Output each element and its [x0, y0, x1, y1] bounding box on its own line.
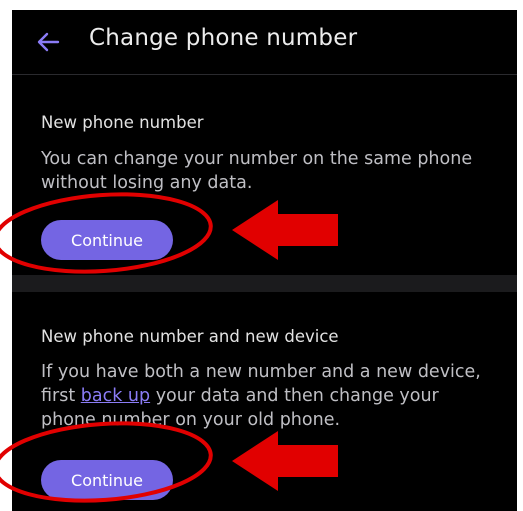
option-new-number: New phone number You can change your num… [12, 75, 517, 275]
page-title: Change phone number [89, 25, 358, 51]
app-bar: Change phone number [12, 10, 517, 75]
section-description: You can change your number on the same p… [41, 149, 473, 193]
section-description: If you have both a new number and a new … [41, 360, 491, 432]
continue-button[interactable]: Continue [41, 220, 173, 260]
option-new-number-new-device: New phone number and new device If you h… [12, 292, 517, 511]
continue-button[interactable]: Continue [41, 460, 173, 500]
back-up-link[interactable]: back up [81, 386, 150, 406]
screen: Change phone number New phone number You… [12, 10, 517, 511]
section-divider [12, 275, 517, 292]
arrow-left-icon[interactable] [34, 28, 62, 56]
section-heading: New phone number and new device [41, 327, 339, 346]
section-heading: New phone number [41, 113, 204, 132]
